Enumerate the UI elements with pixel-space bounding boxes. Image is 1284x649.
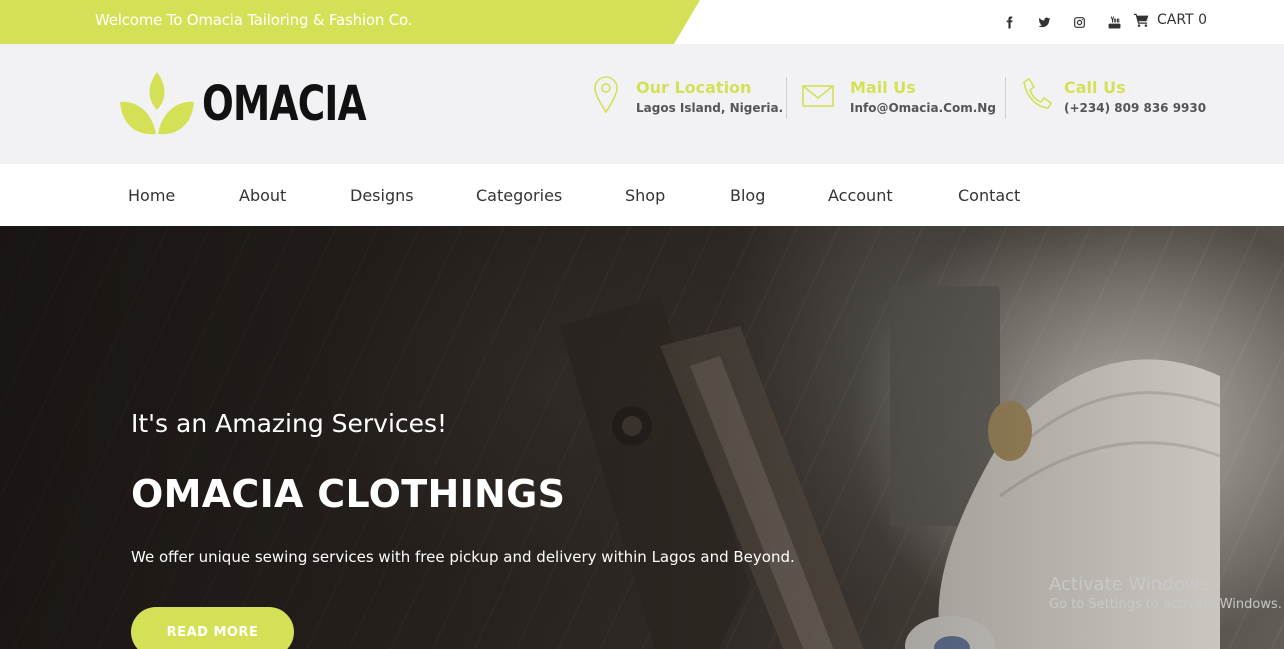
top-bar: Welcome To Omacia Tailoring & Fashion Co…: [0, 0, 1284, 44]
activate-windows-watermark: Activate Windows Go to Settings to activ…: [1049, 574, 1282, 612]
location-value: Lagos Island, Nigeria.: [636, 101, 784, 115]
hero-title: OMACIA CLOTHINGS: [131, 472, 566, 516]
location-info: Our Location Lagos Island, Nigeria.: [590, 74, 783, 115]
header-divider: [1005, 77, 1006, 119]
cart-link[interactable]: CART 0: [1134, 12, 1207, 28]
watermark-line-1: Activate Windows: [1049, 574, 1209, 595]
social-links: [992, 12, 1132, 32]
watermark-line-2: Go to Settings to activate Windows.: [1049, 597, 1282, 612]
nav-contact[interactable]: Contact: [958, 186, 1020, 205]
nav-about[interactable]: About: [239, 186, 286, 205]
mail-info: Mail Us Info@Omacia.Com.Ng: [798, 74, 996, 115]
site-logo[interactable]: OMACIA: [118, 70, 412, 138]
youtube-icon[interactable]: [1097, 12, 1132, 32]
hero-subtitle: It's an Amazing Services!: [131, 409, 448, 438]
hero-description: We offer unique sewing services with fre…: [131, 548, 795, 566]
mail-title: Mail Us: [850, 78, 916, 97]
nav-account[interactable]: Account: [828, 186, 893, 205]
mail-value[interactable]: Info@Omacia.Com.Ng: [850, 101, 996, 115]
twitter-icon[interactable]: [1027, 12, 1062, 32]
nav-blog[interactable]: Blog: [730, 186, 765, 205]
location-pin-icon: [590, 74, 626, 114]
call-title: Call Us: [1064, 78, 1126, 97]
nav-shop[interactable]: Shop: [625, 186, 665, 205]
cart-icon: [1134, 13, 1149, 27]
header-divider: [786, 77, 787, 119]
main-nav: Home About Designs Categories Shop Blog …: [0, 164, 1284, 226]
phone-icon: [1018, 74, 1054, 114]
location-title: Our Location: [636, 78, 752, 97]
leaf-logo-icon: [120, 72, 194, 135]
logo-text: OMACIA: [202, 76, 367, 132]
nav-designs[interactable]: Designs: [350, 186, 414, 205]
nav-categories[interactable]: Categories: [476, 186, 562, 205]
call-info: Call Us (+234) 809 836 9930: [1018, 74, 1206, 115]
site-header: OMACIA Our Location Lagos Island, Nigeri…: [0, 44, 1284, 164]
welcome-text: Welcome To Omacia Tailoring & Fashion Co…: [95, 11, 413, 29]
cart-label: CART 0: [1157, 12, 1207, 28]
read-more-button[interactable]: READ MORE: [131, 607, 294, 649]
facebook-icon[interactable]: [992, 12, 1027, 32]
call-value[interactable]: (+234) 809 836 9930: [1064, 101, 1206, 115]
nav-home[interactable]: Home: [128, 186, 175, 205]
instagram-icon[interactable]: [1062, 12, 1097, 32]
mail-envelope-icon: [798, 74, 840, 114]
